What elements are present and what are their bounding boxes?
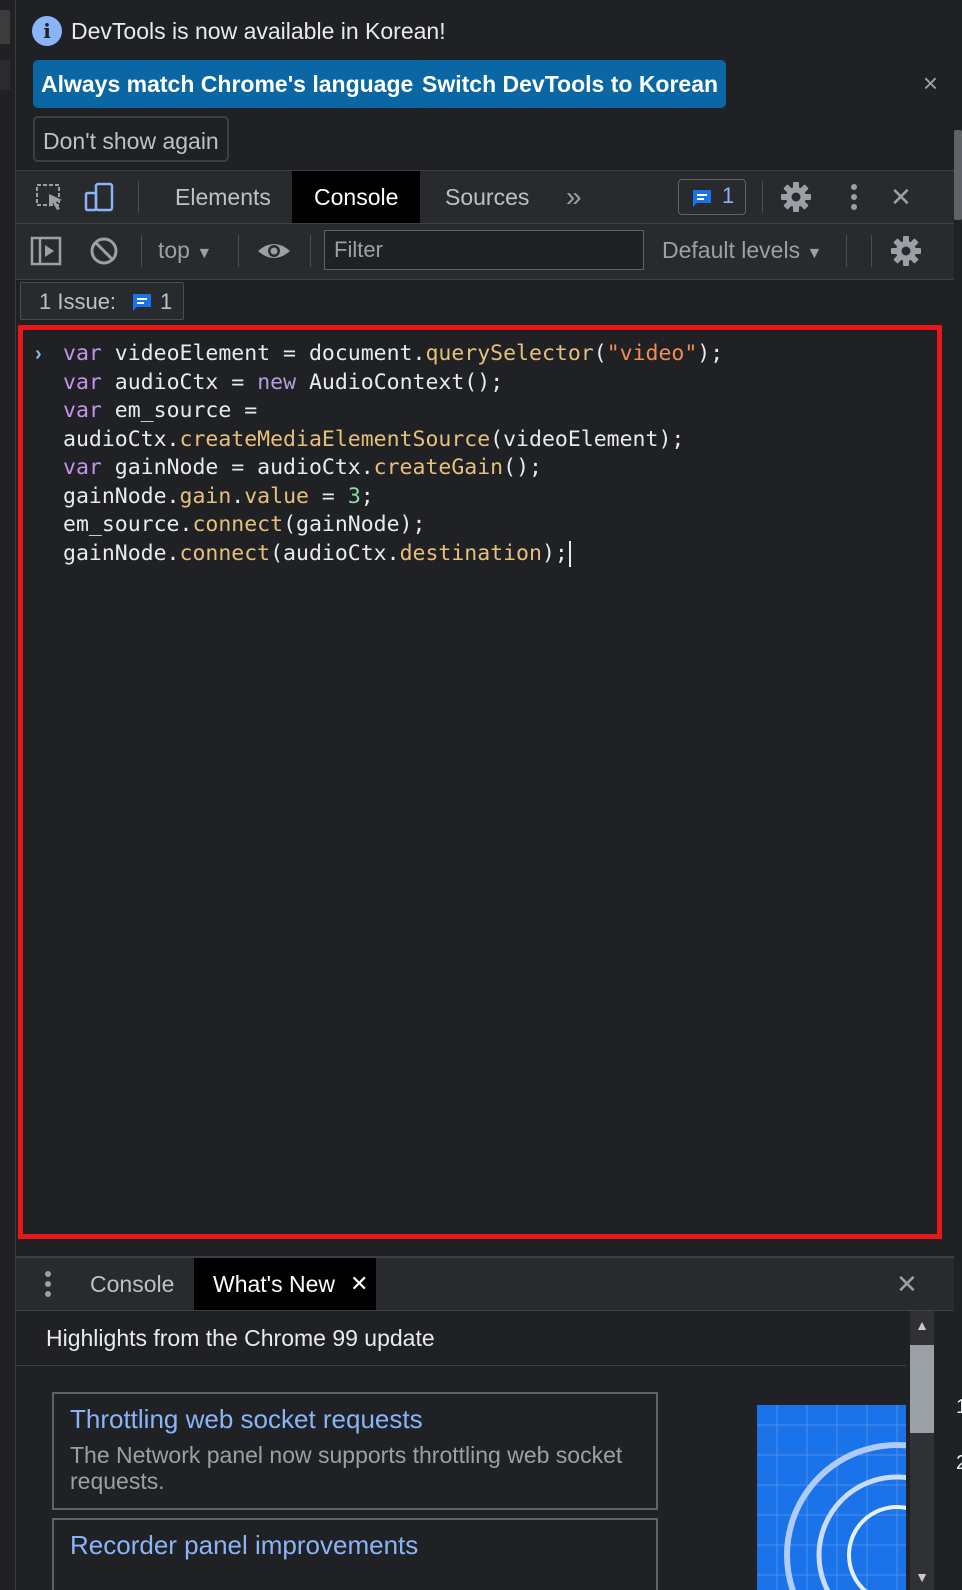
tab-sources[interactable]: Sources — [423, 171, 551, 223]
drawer-menu-icon[interactable] — [38, 1268, 70, 1300]
issue-message-icon — [133, 294, 151, 311]
issues-count: 1 — [722, 183, 735, 208]
live-expression-eye-icon[interactable] — [257, 235, 290, 267]
drawer-tab-console[interactable]: Console — [74, 1258, 190, 1310]
page-edge-mark — [0, 60, 10, 90]
issues-label: 1 Issue: — [39, 289, 117, 314]
feature-card[interactable]: Recorder panel improvements — [52, 1518, 658, 1590]
chrome-update-illustration — [757, 1405, 906, 1590]
levels-label: Default levels — [662, 237, 801, 263]
drawer-tabbar: Console What's New ✕ ✕ — [16, 1258, 954, 1311]
feature-title-link[interactable]: Throttling web socket requests — [70, 1404, 423, 1435]
clear-console-icon[interactable] — [88, 235, 120, 267]
console-code[interactable]: var videoElement = document.querySelecto… — [63, 340, 723, 568]
settings-gear-icon[interactable] — [780, 181, 812, 213]
toolbar-separator — [141, 235, 142, 267]
console-prompt-editor[interactable]: › var videoElement = document.querySelec… — [18, 325, 942, 1239]
scrollbar-thumb[interactable] — [910, 1345, 934, 1433]
code-line: var videoElement = document.querySelecto… — [63, 341, 724, 366]
close-drawer-icon[interactable]: ✕ — [896, 1258, 918, 1310]
whats-new-header: Highlights from the Chrome 99 update — [16, 1311, 906, 1366]
inspected-page-edge — [0, 0, 16, 1590]
dont-show-again-button[interactable]: Don't show again — [33, 116, 229, 162]
info-icon: i — [32, 16, 62, 46]
close-tab-icon[interactable]: ✕ — [350, 1258, 368, 1310]
console-toolbar: top ▼ Filter Default levels ▼ — [16, 224, 954, 280]
console-settings-gear-icon[interactable] — [890, 235, 922, 267]
more-options-icon[interactable] — [838, 181, 870, 213]
dropdown-arrow-icon: ▼ — [196, 245, 213, 262]
more-tabs-icon[interactable]: » — [544, 171, 604, 223]
drawer-scrollbar[interactable]: ▲ ▼ — [906, 1311, 938, 1590]
devtools-scrollbar[interactable] — [954, 130, 962, 220]
code-line: var audioCtx = new AudioContext(); — [63, 369, 504, 395]
main-toolbar: Elements Console Sources » 1 ✕ — [16, 171, 954, 224]
toolbar-separator — [871, 235, 872, 267]
scroll-down-arrow-icon[interactable]: ▼ — [910, 1569, 934, 1585]
code-line: em_source.connect(gainNode); — [63, 512, 426, 537]
context-selector[interactable]: top ▼ — [158, 237, 212, 264]
dropdown-arrow-icon: ▼ — [806, 245, 823, 262]
toolbar-separator — [762, 181, 763, 213]
tab-console[interactable]: Console — [292, 171, 421, 223]
whats-new-title: Highlights from the Chrome 99 update — [46, 1325, 435, 1351]
toolbar-separator — [310, 235, 311, 267]
prompt-chevron-icon: › — [35, 343, 42, 365]
log-levels-dropdown[interactable]: Default levels ▼ — [662, 237, 822, 264]
toolbar-separator — [238, 235, 239, 267]
devtools-panel: i DevTools is now available in Korean! A… — [16, 0, 962, 1590]
issues-count: 1 — [160, 289, 173, 314]
code-line: gainNode.connect(audioCtx.destination); — [63, 540, 571, 567]
console-filter-input[interactable]: Filter — [324, 230, 644, 270]
context-label: top — [158, 237, 190, 263]
switch-to-korean-button[interactable]: Switch DevTools to Korean — [414, 60, 727, 108]
language-infobar: i DevTools is now available in Korean! A… — [16, 0, 954, 171]
feature-card[interactable]: Throttling web socket requests The Netwo… — [52, 1392, 658, 1510]
infobar-close-icon[interactable]: × — [923, 68, 938, 99]
toggle-sidebar-icon[interactable] — [30, 235, 62, 267]
inspect-element-icon[interactable] — [34, 181, 66, 213]
issue-message-icon — [693, 190, 711, 207]
code-line: var em_source = — [63, 398, 258, 423]
page-edge-mark — [0, 10, 10, 44]
toolbar-separator — [846, 235, 847, 267]
page-side-number: 2 — [956, 1452, 962, 1474]
whats-new-panel: Highlights from the Chrome 99 update Thr… — [16, 1311, 906, 1590]
infobar-message: DevTools is now available in Korean! — [71, 18, 446, 44]
page-side-number: 1 — [956, 1396, 962, 1418]
text-cursor — [568, 540, 571, 567]
issues-bar: 1 Issue: 1 — [16, 279, 954, 324]
drawer-tab-label: What's New — [213, 1271, 335, 1297]
issues-button[interactable]: 1 Issue: 1 — [20, 282, 184, 320]
scroll-up-arrow-icon[interactable]: ▲ — [910, 1317, 934, 1333]
code-line: gainNode.gain.value = 3; — [63, 483, 374, 509]
drawer-tab-whats-new[interactable]: What's New ✕ — [194, 1258, 376, 1310]
feature-title-link[interactable]: Recorder panel improvements — [70, 1530, 418, 1561]
match-chrome-language-button[interactable]: Always match Chrome's language — [33, 60, 422, 108]
device-toolbar-icon[interactable] — [84, 181, 116, 213]
code-line: audioCtx.createMediaElementSource(videoE… — [63, 426, 685, 452]
feature-description: The Network panel now supports throttlin… — [70, 1442, 623, 1494]
close-devtools-icon[interactable]: ✕ — [878, 171, 924, 223]
tab-elements[interactable]: Elements — [153, 171, 293, 223]
code-line: var gainNode = audioCtx.createGain(); — [63, 455, 542, 480]
toolbar-separator — [138, 181, 139, 213]
issues-counter-button[interactable]: 1 — [678, 179, 746, 215]
